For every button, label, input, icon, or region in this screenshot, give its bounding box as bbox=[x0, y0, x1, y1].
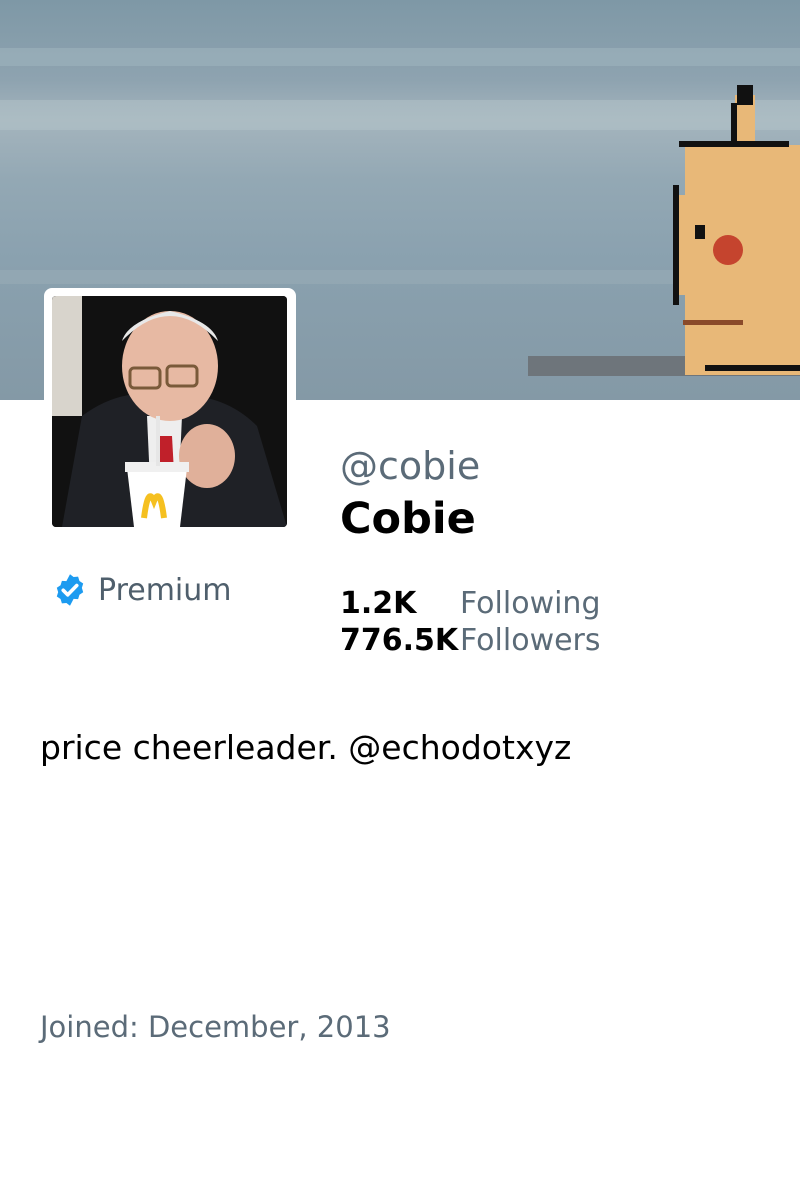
following-label: Following bbox=[460, 586, 601, 621]
premium-badge[interactable]: Premium bbox=[52, 572, 232, 608]
followers-count: 776.5K bbox=[340, 623, 459, 658]
followers-label: Followers bbox=[460, 623, 601, 658]
profile-stats: 1.2K Following 776.5K Followers bbox=[340, 586, 601, 660]
profile-display-name: Cobie bbox=[340, 494, 476, 544]
following-stat[interactable]: 1.2K Following bbox=[340, 586, 601, 623]
premium-label: Premium bbox=[98, 572, 232, 608]
joined-date: Joined: December, 2013 bbox=[40, 1010, 391, 1044]
avatar-photo bbox=[52, 296, 287, 527]
avatar[interactable] bbox=[52, 296, 287, 527]
verified-badge-icon bbox=[56, 574, 84, 606]
pixel-pikachu-image bbox=[673, 85, 800, 375]
profile-handle[interactable]: @cobie bbox=[340, 444, 480, 488]
profile-bio: price cheerleader. @echodotxyz bbox=[40, 728, 572, 767]
following-count: 1.2K bbox=[340, 586, 417, 621]
followers-stat[interactable]: 776.5K Followers bbox=[340, 623, 601, 660]
